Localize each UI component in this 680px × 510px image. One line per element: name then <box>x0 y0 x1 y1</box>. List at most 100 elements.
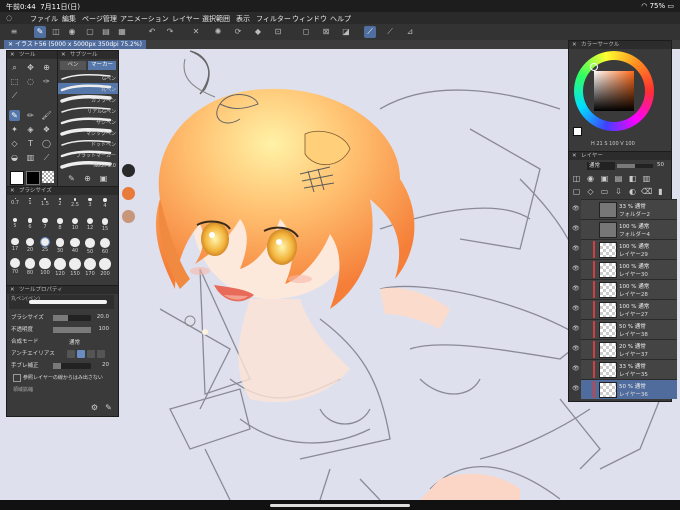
mask-icon[interactable]: ◧ <box>627 173 638 184</box>
close-icon[interactable]: ✕ <box>572 152 577 160</box>
layer-row[interactable]: 👁 100 % 通常 レイヤー27 <box>572 299 677 319</box>
brush-size-option[interactable]: 200 <box>99 258 111 277</box>
brush-size-option[interactable]: 120 <box>54 258 66 277</box>
brush-size-option[interactable]: 12 <box>84 218 96 231</box>
blend-icon[interactable]: ❖ <box>41 124 52 135</box>
lock-alpha-icon[interactable]: ▤ <box>613 173 624 184</box>
menu-toggle-icon[interactable]: ≡ <box>8 26 20 38</box>
brush-item[interactable]: 丸ペン <box>58 83 118 94</box>
stabilization-row[interactable]: 手ブレ補正 20 <box>11 361 115 371</box>
close-icon[interactable]: ✕ <box>10 51 15 59</box>
layer-row[interactable]: 👁 100 % 通常 レイヤー29 <box>572 239 677 259</box>
brush-size-option[interactable]: 40 <box>69 238 81 254</box>
fill-bucket-icon[interactable]: ◒ <box>9 152 20 163</box>
brush-size-option[interactable]: 100 <box>39 258 51 276</box>
brush-item[interactable]: サジペン <box>58 116 118 127</box>
redo-icon[interactable]: ↷ <box>164 26 176 38</box>
delete-layer-icon[interactable]: ⌫ <box>641 186 652 197</box>
camera-icon[interactable]: ◉ <box>66 26 78 38</box>
special-ruler-icon[interactable]: ⟋ <box>384 26 396 38</box>
brush-size-slider[interactable] <box>53 315 91 321</box>
tool-settings-icon[interactable]: ⚙ <box>89 402 100 413</box>
lock-icon[interactable]: ▣ <box>599 173 610 184</box>
visibility-eye-icon[interactable]: 👁 <box>572 285 580 292</box>
stabilization-slider[interactable] <box>53 363 91 369</box>
layer-row[interactable]: 👁 33 % 通常 フォルダー2 <box>572 199 677 219</box>
visibility-eye-icon[interactable]: 👁 <box>572 385 580 392</box>
clip-icon[interactable]: ◫ <box>571 173 582 184</box>
menu-edit[interactable]: 編集 <box>62 14 76 24</box>
app-icon[interactable]: ◌ <box>6 14 12 22</box>
menu-file[interactable]: ファイル <box>30 14 58 24</box>
brush-size-option[interactable]: 8 <box>54 218 66 231</box>
brush-size-option[interactable]: 20 <box>24 238 36 253</box>
close-icon[interactable]: ✕ <box>572 41 577 49</box>
brush-item[interactable]: Neon 2.0 <box>58 160 118 171</box>
visibility-eye-icon[interactable]: 👁 <box>572 305 580 312</box>
close-icon[interactable]: ✕ <box>61 51 66 59</box>
opacity-row[interactable]: 不透明度 100 <box>11 325 115 335</box>
brush-item[interactable]: フラットマーカー <box>58 149 118 160</box>
layer-move-icon[interactable]: ⊕ <box>41 62 52 73</box>
transparent-color-swatch[interactable] <box>42 171 54 183</box>
grid-snap-icon[interactable]: ⊿ <box>404 26 416 38</box>
brush-item[interactable]: リアルGペン <box>58 105 118 116</box>
document-tab[interactable]: ✕ イラスト56 (5000 x 5000px 350dpi 75.2%) <box>4 40 146 49</box>
brush-size-option[interactable]: 4 <box>99 198 111 209</box>
eyedropper-icon[interactable]: ⟋ <box>9 90 20 101</box>
menu-selection[interactable]: 選択範囲 <box>202 14 230 24</box>
brush-size-option[interactable]: 2 <box>54 198 66 207</box>
layer-row[interactable]: 👁 50 % 通常 レイヤー36 <box>572 379 677 399</box>
pencil-icon[interactable]: ✏ <box>25 110 36 121</box>
undo-icon[interactable]: ↶ <box>146 26 158 38</box>
new-folder-icon[interactable]: ▭ <box>599 186 610 197</box>
menu-view[interactable]: 表示 <box>236 14 250 24</box>
pen-mode-icon[interactable]: ✎ <box>34 26 46 38</box>
antialias-row[interactable]: アンチエイリアス <box>11 349 115 359</box>
menu-animation[interactable]: アニメーション <box>120 14 169 24</box>
visibility-eye-icon[interactable]: 👁 <box>572 325 580 332</box>
ref-layer-icon[interactable]: ◉ <box>585 173 596 184</box>
layer-row[interactable]: 👁 100 % 通常 フォルダー4 <box>572 219 677 239</box>
visibility-eye-icon[interactable]: 👁 <box>572 345 580 352</box>
layer-opacity-slider[interactable] <box>617 164 653 168</box>
ref-layer-row[interactable]: 参照レイヤーの線からはみ出さない <box>11 373 115 383</box>
move-icon[interactable]: ✥ <box>25 62 36 73</box>
current-color-swatch[interactable] <box>573 127 582 136</box>
layer-row[interactable]: 👁 100 % 通常 レイヤー28 <box>572 279 677 299</box>
select-pen-icon[interactable]: ✑ <box>41 76 52 87</box>
main-color-swatch[interactable] <box>10 171 24 185</box>
brush-size-option[interactable]: 15 <box>99 218 111 232</box>
layer-row[interactable]: 👁 50 % 通常 レイヤー38 <box>572 319 677 339</box>
airbrush-icon[interactable]: ✦ <box>9 124 20 135</box>
visibility-eye-icon[interactable]: 👁 <box>572 205 580 212</box>
fill-icon[interactable]: ◆ <box>252 26 264 38</box>
copy-brush-icon[interactable]: ⊕ <box>82 173 93 184</box>
menu-layer[interactable]: レイヤー <box>172 14 200 24</box>
menu-help[interactable]: ヘルプ <box>330 14 351 24</box>
save-icon[interactable]: ▦ <box>116 26 128 38</box>
layer-mask-icon[interactable]: ◐ <box>627 186 638 197</box>
hue-handle[interactable] <box>590 63 598 71</box>
merge-down-icon[interactable]: ⇩ <box>613 186 624 197</box>
brush-settings-icon[interactable]: ✎ <box>66 173 77 184</box>
tab-marker[interactable]: マーカー <box>88 61 116 70</box>
visibility-eye-icon[interactable]: 👁 <box>572 225 580 232</box>
wrench-icon[interactable]: ✎ <box>103 402 114 413</box>
layer-row[interactable]: 👁 100 % 通常 レイヤー30 <box>572 259 677 279</box>
brush-size-option[interactable]: 0.7 <box>9 198 21 206</box>
home-indicator[interactable] <box>270 504 410 507</box>
delete-brush-icon[interactable]: ▣ <box>98 173 109 184</box>
menu-page[interactable]: ページ管理 <box>82 14 117 24</box>
opacity-slider[interactable] <box>53 327 91 333</box>
brush-size-option[interactable]: 1 <box>24 198 36 206</box>
brush-size-option[interactable]: 6 <box>24 218 36 230</box>
pen-tool-icon[interactable]: ✎ <box>9 110 20 121</box>
tab-pen[interactable]: ペン <box>60 61 86 70</box>
brush-size-option[interactable]: 30 <box>54 238 66 254</box>
visibility-eye-icon[interactable]: 👁 <box>572 265 580 272</box>
crop-icon[interactable]: ⊠ <box>320 26 332 38</box>
brush-item[interactable]: Gペン <box>58 72 118 83</box>
visibility-eye-icon[interactable]: 👁 <box>572 365 580 372</box>
palette-swatch-black[interactable] <box>122 164 135 177</box>
